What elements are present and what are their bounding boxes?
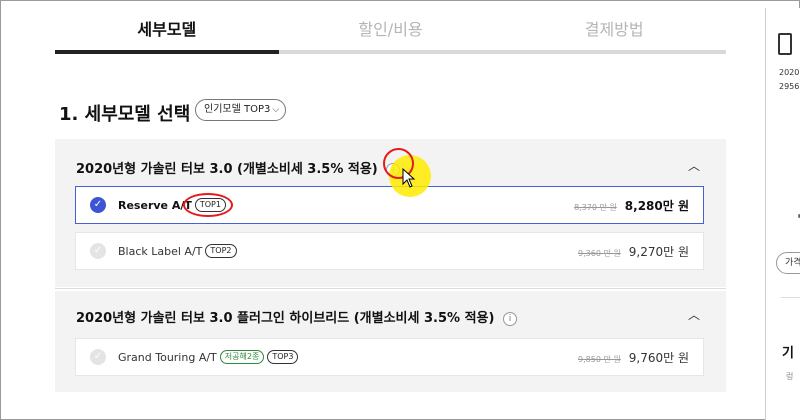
tab-detail-model[interactable]: 세부모델 (55, 0, 279, 56)
section-title: 1. 세부모델 선택 (59, 104, 191, 125)
original-price: 9,360 만 원 (578, 249, 621, 258)
eco-badge: 저공해2종 (219, 350, 265, 364)
option-name-text: Reserve A/T (118, 198, 192, 212)
model-option-name: Grand Touring A/T 저공해2종 TOP3 (118, 350, 299, 364)
check-icon: ✓ (90, 349, 106, 365)
tab-underline (55, 50, 726, 54)
mouse-pointer-icon (402, 168, 416, 188)
final-price: 9,760만 원 (628, 351, 689, 365)
sidebar-model-price: 2956 (779, 82, 800, 91)
group-title: 2020년형 가솔린 터보 3.0 (개별소비세 3.5% 적용) i (76, 158, 401, 177)
original-price: 9,850 만 원 (578, 355, 621, 364)
option-name-text: Black Label A/T (118, 244, 203, 258)
sidebar-model-year: 2020 (779, 68, 800, 77)
price-block: 9,850 만 원 9,760만 원 (578, 349, 689, 366)
summary-sidebar: 2020 2956 가격 기 렁 (765, 8, 800, 420)
price-block: 8,370 만 원 8,280만 원 (574, 197, 689, 214)
sidebar-divider (781, 297, 800, 298)
annotation-circle-top1 (183, 193, 233, 217)
option-name-text: Grand Touring A/T (118, 350, 217, 364)
sidebar-subtext: 렁 (786, 372, 794, 381)
model-option-grand-touring[interactable]: ✓ Grand Touring A/T 저공해2종 TOP3 9,850 만 원… (75, 338, 704, 376)
check-icon: ✓ (90, 243, 106, 259)
model-group-plugin-hybrid: 2020년형 가솔린 터보 3.0 플러그인 하이브리드 (개별소비세 3.5%… (55, 291, 726, 392)
model-option-black-label[interactable]: ✓ Black Label A/T TOP2 9,360 만 원 9,270만 … (75, 232, 704, 270)
final-price: 8,280만 원 (624, 199, 689, 213)
tab-payment-method[interactable]: 결제방법 (502, 0, 726, 56)
info-icon[interactable]: i (502, 311, 517, 326)
model-option-name: Black Label A/T TOP2 (118, 244, 237, 258)
phone-icon (778, 33, 792, 55)
sidebar-price-pill[interactable]: 가격 (776, 252, 800, 274)
check-icon: ✓ (90, 197, 106, 213)
final-price: 9,270만 원 (628, 245, 689, 259)
rank-badge: TOP3 (267, 350, 299, 364)
sidebar-heading: 기 (782, 346, 794, 361)
popular-model-dropdown[interactable]: 인기모델 TOP3 ⌵ (195, 99, 287, 121)
group-title-text: 2020년형 가솔린 터보 3.0 플러그인 하이브리드 (개별소비세 3.5%… (76, 311, 495, 326)
group-title-text: 2020년형 가솔린 터보 3.0 (개별소비세 3.5% 적용) (76, 162, 378, 177)
tab-bar: 세부모델 할인/비용 결제방법 (55, 0, 726, 56)
popular-model-label: 인기모델 TOP3 (204, 104, 271, 115)
chevron-up-icon[interactable]: ︿ (688, 157, 700, 174)
group-title: 2020년형 가솔린 터보 3.0 플러그인 하이브리드 (개별소비세 3.5%… (76, 307, 517, 326)
chevron-up-icon[interactable]: ︿ (688, 306, 700, 323)
active-tab-indicator (55, 50, 279, 54)
price-block: 9,360 만 원 9,270만 원 (578, 243, 689, 260)
model-option-reserve[interactable]: ✓ Reserve A/T TOP1 8,370 만 원 8,280만 원 (75, 186, 704, 224)
original-price: 8,370 만 원 (574, 203, 617, 212)
tab-discount-cost[interactable]: 할인/비용 (279, 0, 503, 56)
group-divider (55, 288, 726, 289)
rank-badge: TOP2 (205, 244, 237, 258)
chevron-down-icon: ⌵ (272, 105, 280, 115)
